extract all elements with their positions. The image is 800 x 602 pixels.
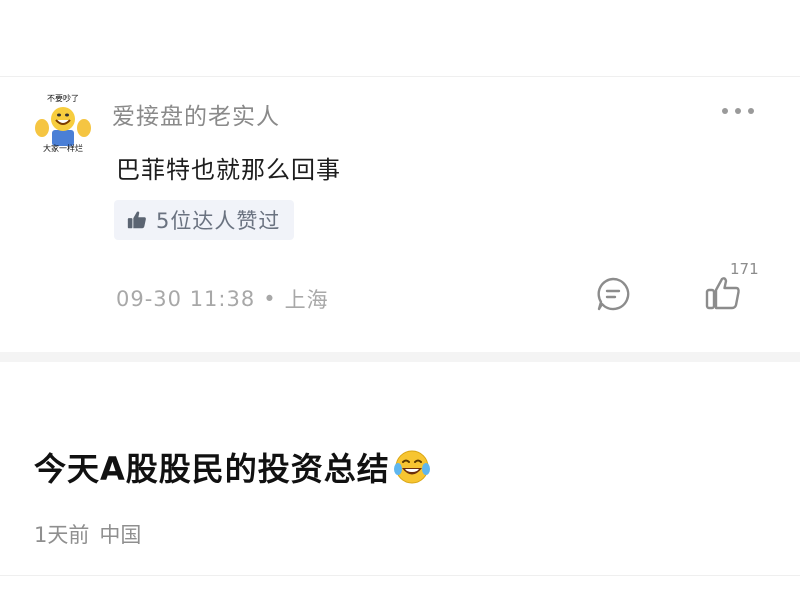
thumbs-up-icon [127, 211, 146, 229]
like-thumb-icon[interactable] [704, 274, 742, 312]
post-title[interactable]: 今天A股股民的投资总结 [34, 444, 432, 490]
post-region: 中国 [99, 523, 142, 547]
expert-likes-badge[interactable]: 5位达人赞过 [114, 200, 295, 240]
expert-likes-label: 5位达人赞过 [156, 209, 281, 233]
avatar[interactable]: 不要吵了 大家一样烂 [32, 94, 94, 156]
comment-date: 09-30 11:38 [116, 287, 256, 311]
more-options-button[interactable] [718, 100, 758, 120]
comment-location: 上海 [284, 288, 329, 312]
bottom-divider [0, 575, 800, 576]
avatar-caption-bottom: 大家一样烂 [43, 144, 83, 153]
more-dots-icon [722, 108, 728, 114]
section-gap [0, 352, 800, 362]
reply-bubble-icon[interactable] [595, 276, 631, 312]
post-meta: 1天前 中国 [34, 519, 141, 549]
comment-meta: 09-30 11:38 • 上海 [116, 284, 329, 314]
comment-text: 巴菲特也就那么回事 [116, 156, 341, 184]
post-title-text: 今天A股股民的投资总结 [34, 450, 390, 488]
comment-username[interactable]: 爱接盘的老实人 [112, 97, 280, 131]
post-time: 1天前 [34, 523, 90, 547]
meta-separator: • [263, 287, 277, 311]
laughing-tears-emoji-icon [393, 450, 430, 484]
